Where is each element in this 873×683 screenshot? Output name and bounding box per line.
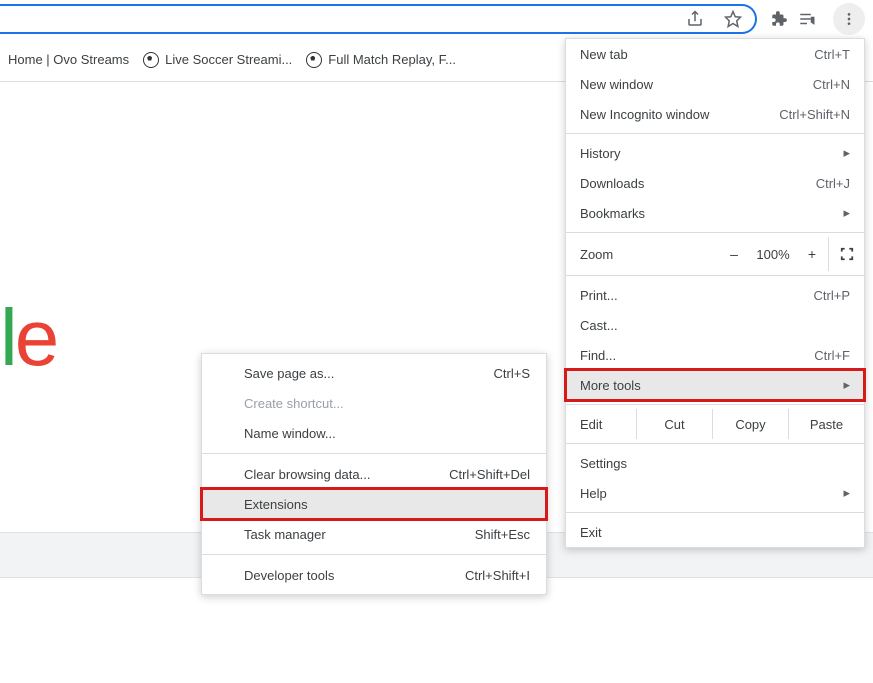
copy-button[interactable]: Copy (712, 409, 788, 439)
share-icon[interactable] (681, 5, 709, 33)
address-bar[interactable] (0, 4, 757, 34)
chevron-right-icon: ▸ (843, 377, 850, 393)
menu-label: New Incognito window (580, 107, 709, 122)
menu-label: History (580, 146, 620, 161)
submenu-create-shortcut: Create shortcut... (202, 388, 546, 418)
more-tools-submenu: Save page as... Ctrl+S Create shortcut..… (201, 353, 547, 595)
submenu-label: Clear browsing data... (244, 467, 370, 482)
logo-letter-l: l (0, 292, 15, 384)
bookmark-item[interactable]: Live Soccer Streami... (143, 52, 292, 68)
paste-button[interactable]: Paste (788, 409, 864, 439)
extensions-icon[interactable] (765, 5, 793, 33)
submenu-label: Extensions (244, 497, 308, 512)
soccer-icon (306, 52, 322, 68)
star-icon[interactable] (719, 5, 747, 33)
menu-print[interactable]: Print... Ctrl+P (566, 280, 864, 310)
menu-new-tab[interactable]: New tab Ctrl+T (566, 39, 864, 69)
menu-label: Cast... (580, 318, 618, 333)
menu-separator (566, 443, 864, 444)
menu-label: Print... (580, 288, 618, 303)
soccer-icon (143, 52, 159, 68)
menu-separator (566, 404, 864, 405)
menu-find[interactable]: Find... Ctrl+F (566, 340, 864, 370)
menu-shortcut: Ctrl+F (814, 348, 850, 363)
submenu-label: Task manager (244, 527, 326, 542)
edit-label: Edit (580, 417, 636, 432)
bookmark-label: Live Soccer Streami... (165, 52, 292, 67)
chevron-right-icon: ▸ (843, 205, 850, 221)
zoom-label: Zoom (580, 247, 718, 262)
menu-new-window[interactable]: New window Ctrl+N (566, 69, 864, 99)
bookmark-label: Home | Ovo Streams (8, 52, 129, 67)
menu-help[interactable]: Help ▸ (566, 478, 864, 508)
chevron-right-icon: ▸ (843, 485, 850, 501)
menu-label: Downloads (580, 176, 644, 191)
menu-label: Exit (580, 525, 602, 540)
menu-history[interactable]: History ▸ (566, 138, 864, 168)
menu-shortcut: Ctrl+P (814, 288, 850, 303)
readinglist-icon[interactable] (793, 5, 821, 33)
submenu-label: Name window... (244, 426, 336, 441)
menu-separator (566, 133, 864, 134)
zoom-value: 100% (750, 247, 796, 262)
submenu-shortcut: Ctrl+Shift+Del (449, 467, 530, 482)
menu-shortcut: Ctrl+T (814, 47, 850, 62)
zoom-in-button[interactable]: + (796, 246, 828, 262)
menu-edit-row: Edit Cut Copy Paste (566, 409, 864, 439)
chrome-main-menu: New tab Ctrl+T New window Ctrl+N New Inc… (565, 38, 865, 548)
submenu-label: Save page as... (244, 366, 334, 381)
browser-toolbar (0, 0, 873, 38)
menu-label: New window (580, 77, 653, 92)
fullscreen-button[interactable] (828, 237, 864, 271)
menu-shortcut: Ctrl+J (816, 176, 850, 191)
menu-new-incognito[interactable]: New Incognito window Ctrl+Shift+N (566, 99, 864, 129)
submenu-clear-data[interactable]: Clear browsing data... Ctrl+Shift+Del (202, 459, 546, 489)
menu-settings[interactable]: Settings (566, 448, 864, 478)
submenu-label: Create shortcut... (244, 396, 344, 411)
menu-label: Help (580, 486, 607, 501)
menu-label: More tools (580, 378, 641, 393)
menu-button[interactable] (833, 3, 865, 35)
submenu-shortcut: Ctrl+Shift+I (465, 568, 530, 583)
submenu-separator (202, 554, 546, 555)
menu-shortcut: Ctrl+N (813, 77, 850, 92)
submenu-label: Developer tools (244, 568, 334, 583)
menu-cast[interactable]: Cast... (566, 310, 864, 340)
menu-exit[interactable]: Exit (566, 517, 864, 547)
menu-more-tools[interactable]: More tools ▸ (566, 370, 864, 400)
menu-label: Settings (580, 456, 627, 471)
menu-separator (566, 275, 864, 276)
menu-label: Find... (580, 348, 616, 363)
submenu-extensions[interactable]: Extensions (202, 489, 546, 519)
submenu-dev-tools[interactable]: Developer tools Ctrl+Shift+I (202, 560, 546, 590)
zoom-out-button[interactable]: – (718, 246, 750, 262)
google-logo-fragment: l e (0, 292, 56, 384)
submenu-shortcut: Ctrl+S (494, 366, 530, 381)
bookmark-item[interactable]: Home | Ovo Streams (8, 52, 129, 67)
submenu-name-window[interactable]: Name window... (202, 418, 546, 448)
submenu-save-page[interactable]: Save page as... Ctrl+S (202, 358, 546, 388)
logo-letter-e: e (15, 292, 57, 384)
menu-shortcut: Ctrl+Shift+N (779, 107, 850, 122)
menu-label: New tab (580, 47, 628, 62)
menu-separator (566, 512, 864, 513)
cut-button[interactable]: Cut (636, 409, 712, 439)
menu-bookmarks[interactable]: Bookmarks ▸ (566, 198, 864, 228)
menu-zoom-row: Zoom – 100% + (566, 237, 864, 271)
menu-separator (566, 232, 864, 233)
chevron-right-icon: ▸ (843, 145, 850, 161)
bookmark-item[interactable]: Full Match Replay, F... (306, 52, 456, 68)
submenu-shortcut: Shift+Esc (475, 527, 530, 542)
submenu-separator (202, 453, 546, 454)
menu-label: Bookmarks (580, 206, 645, 221)
submenu-task-manager[interactable]: Task manager Shift+Esc (202, 519, 546, 549)
menu-downloads[interactable]: Downloads Ctrl+J (566, 168, 864, 198)
bookmark-label: Full Match Replay, F... (328, 52, 456, 67)
